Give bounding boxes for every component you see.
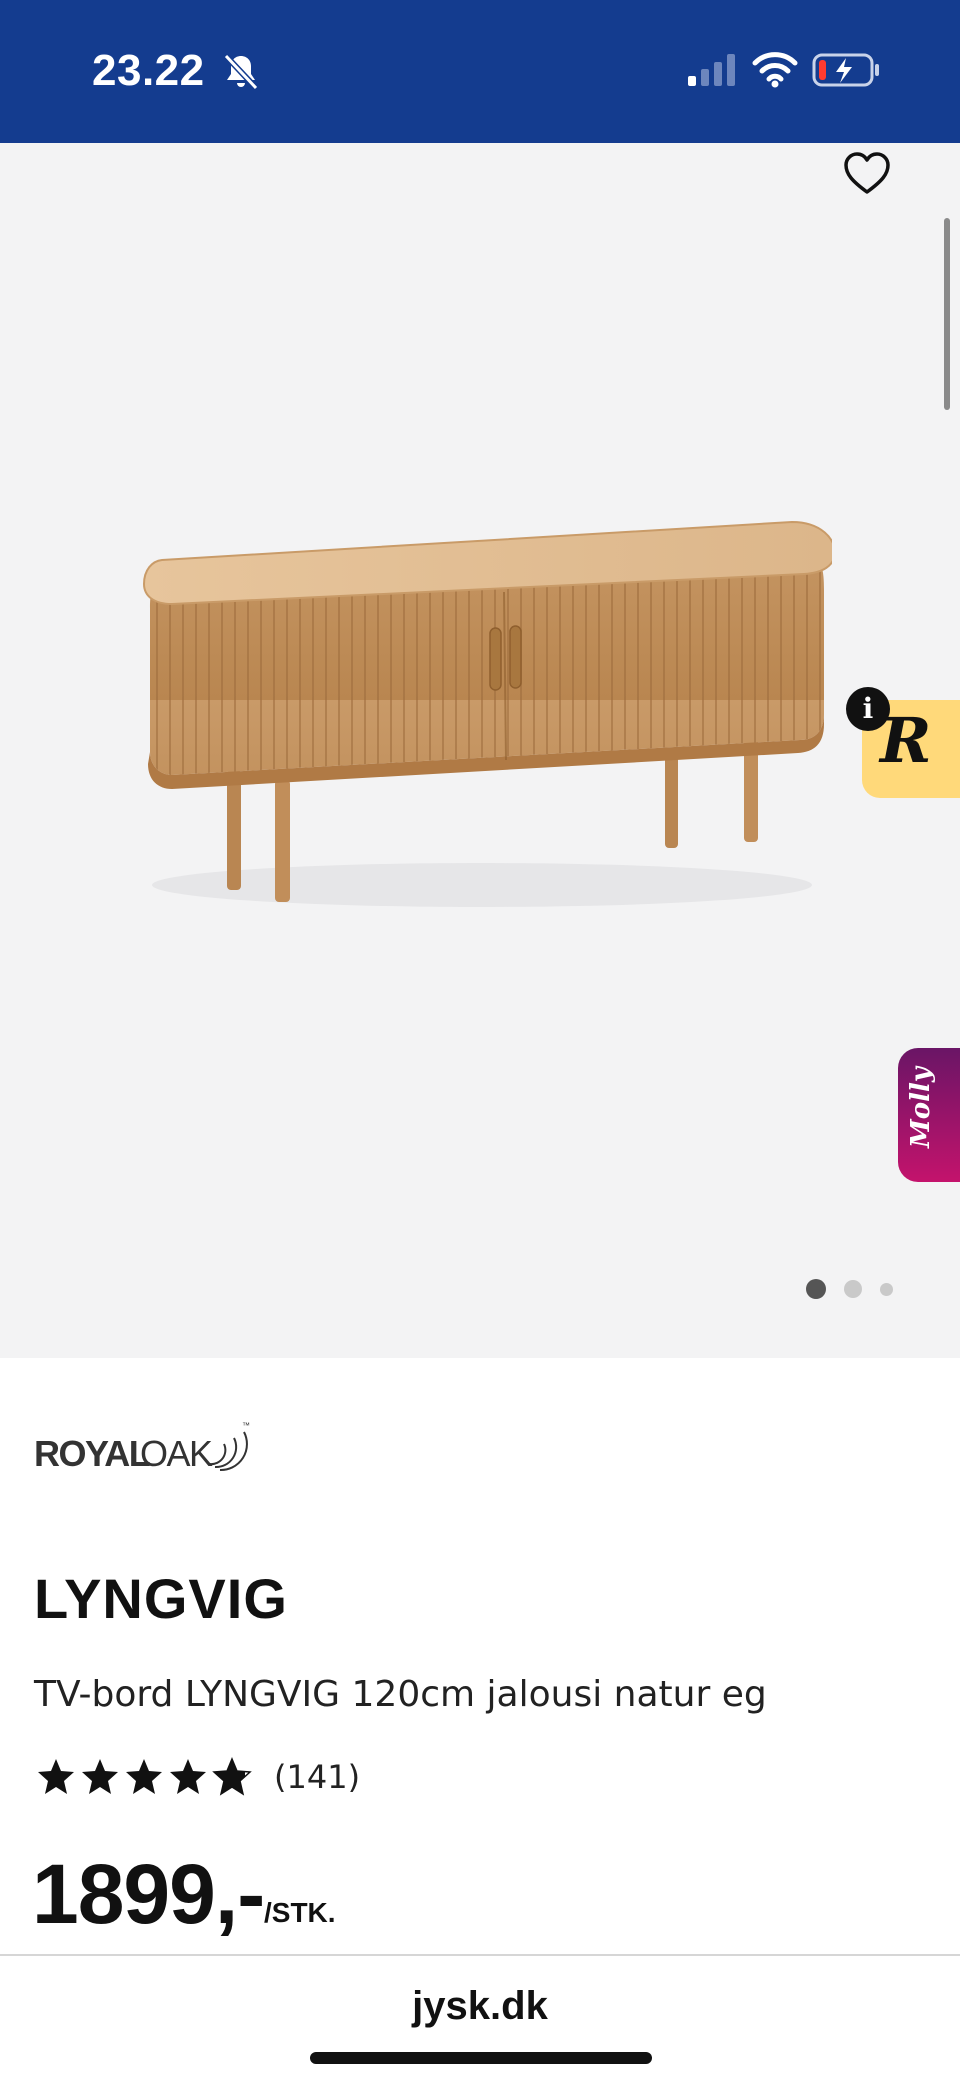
cellular-signal-icon bbox=[688, 54, 735, 86]
svg-text:™: ™ bbox=[242, 1421, 250, 1430]
home-indicator[interactable] bbox=[310, 2052, 652, 2064]
molly-label: Molly bbox=[906, 1067, 936, 1148]
bell-slash-icon bbox=[223, 53, 259, 91]
tv-bench-product-image[interactable] bbox=[132, 500, 832, 920]
gallery-pagination bbox=[806, 1279, 893, 1299]
status-time: 23.22 bbox=[92, 46, 205, 95]
pagination-dot[interactable] bbox=[880, 1282, 893, 1296]
svg-text:ROYAL: ROYAL bbox=[34, 1433, 150, 1474]
price-unit: /STK. bbox=[264, 1897, 336, 1928]
star-full-icon bbox=[82, 1759, 118, 1794]
product-rating[interactable]: (141) bbox=[36, 1752, 360, 1802]
pagination-dot[interactable] bbox=[806, 1279, 826, 1299]
heart-outline-icon[interactable] bbox=[842, 150, 892, 196]
star-partial-icon bbox=[212, 1757, 252, 1796]
product-title: LYNGVIG bbox=[34, 1567, 288, 1630]
rating-stars bbox=[36, 1757, 252, 1797]
url-text[interactable]: jysk.dk bbox=[0, 1984, 960, 2029]
status-bar: 23.22 bbox=[0, 0, 960, 143]
star-full-icon bbox=[38, 1759, 74, 1794]
svg-text:OAK: OAK bbox=[140, 1433, 213, 1474]
review-count[interactable]: (141) bbox=[274, 1758, 360, 1796]
product-subtitle: TV-bord LYNGVIG 120cm jalousi natur eg bbox=[34, 1674, 767, 1715]
battery-charging-icon bbox=[812, 53, 879, 87]
star-full-icon bbox=[126, 1759, 162, 1794]
star-full-icon bbox=[170, 1759, 206, 1794]
pagination-dot[interactable] bbox=[844, 1280, 862, 1298]
product-price: 1899,- bbox=[32, 1847, 265, 1941]
molly-chat-tab[interactable]: Molly bbox=[898, 1048, 960, 1182]
scrollbar-thumb[interactable] bbox=[944, 218, 950, 410]
royal-oak-brand-logo[interactable]: ROYAL OAK ™ bbox=[34, 1414, 254, 1476]
info-icon[interactable]: i bbox=[846, 687, 890, 731]
wifi-icon bbox=[752, 52, 798, 88]
